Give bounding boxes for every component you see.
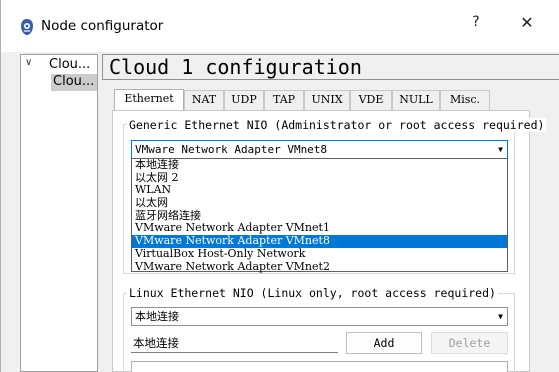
title-bar: Node configurator ? ✕ (1, 0, 559, 52)
generic-ethernet-combo[interactable]: VMware Network Adapter VMnet8 ▼ (131, 140, 508, 159)
linux-ethernet-text-field[interactable]: 本地连接 (131, 333, 338, 353)
linux-ethernet-selected: 本地连接 (135, 310, 179, 323)
dropdown-option[interactable]: VMware Network Adapter VMnet2 (132, 261, 507, 274)
tab-vde[interactable]: VDE (350, 90, 392, 110)
tree-child-item[interactable]: Clou... (51, 74, 97, 91)
dropdown-option[interactable]: WLAN (132, 184, 507, 197)
tab-udp[interactable]: UDP (224, 90, 264, 110)
tab-unix[interactable]: UNIX (304, 90, 350, 110)
dropdown-option[interactable]: 蓝牙网络连接 (132, 210, 507, 223)
dropdown-option[interactable]: VMware Network Adapter VMnet1 (132, 222, 507, 235)
help-button[interactable]: ? (461, 14, 491, 30)
generic-ethernet-group-label: Generic Ethernet NIO (Administrator or r… (127, 118, 547, 132)
dropdown-arrow-icon: ▼ (498, 145, 503, 154)
tab-misc[interactable]: Misc. (440, 90, 490, 110)
generic-ethernet-dropdown-list[interactable]: 本地连接 以太网 2 WLAN 以太网 蓝牙网络连接 VMware Networ… (131, 158, 508, 272)
tree-root-item[interactable]: Clou... (49, 57, 90, 72)
node-tree[interactable]: ∨ Clou... Clou... (20, 54, 98, 372)
window-title: Node configurator (41, 18, 164, 34)
page-title: Cloud 1 configuration (102, 54, 559, 80)
close-button[interactable]: ✕ (512, 13, 542, 32)
dropdown-option[interactable]: 本地连接 (132, 159, 507, 172)
generic-ethernet-selected: VMware Network Adapter VMnet8 (135, 143, 328, 156)
tab-ethernet[interactable]: Ethernet (114, 89, 184, 111)
tab-nat[interactable]: NAT (184, 90, 224, 110)
tab-null[interactable]: NULL (392, 90, 440, 110)
dropdown-option[interactable]: VirtualBox Host-Only Network (132, 248, 507, 261)
tree-expand-icon[interactable]: ∨ (25, 57, 32, 68)
node-configurator-window: Node configurator ? ✕ ∨ Clou... Clou... … (0, 0, 559, 372)
linux-ethernet-list[interactable] (131, 361, 508, 372)
dropdown-option-highlighted[interactable]: VMware Network Adapter VMnet8 (132, 235, 507, 248)
dropdown-option[interactable]: 以太网 2 (132, 172, 507, 185)
delete-button[interactable]: Delete (431, 332, 508, 354)
gns3-app-icon (21, 19, 33, 35)
dropdown-option[interactable]: 以太网 (132, 197, 507, 210)
linux-ethernet-combo[interactable]: 本地连接 ▼ (131, 307, 508, 326)
linux-ethernet-group-label: Linux Ethernet NIO (Linux only, root acc… (127, 286, 498, 300)
dropdown-arrow-icon: ▼ (498, 312, 503, 321)
tab-tap[interactable]: TAP (264, 90, 304, 110)
add-button[interactable]: Add (346, 332, 422, 354)
